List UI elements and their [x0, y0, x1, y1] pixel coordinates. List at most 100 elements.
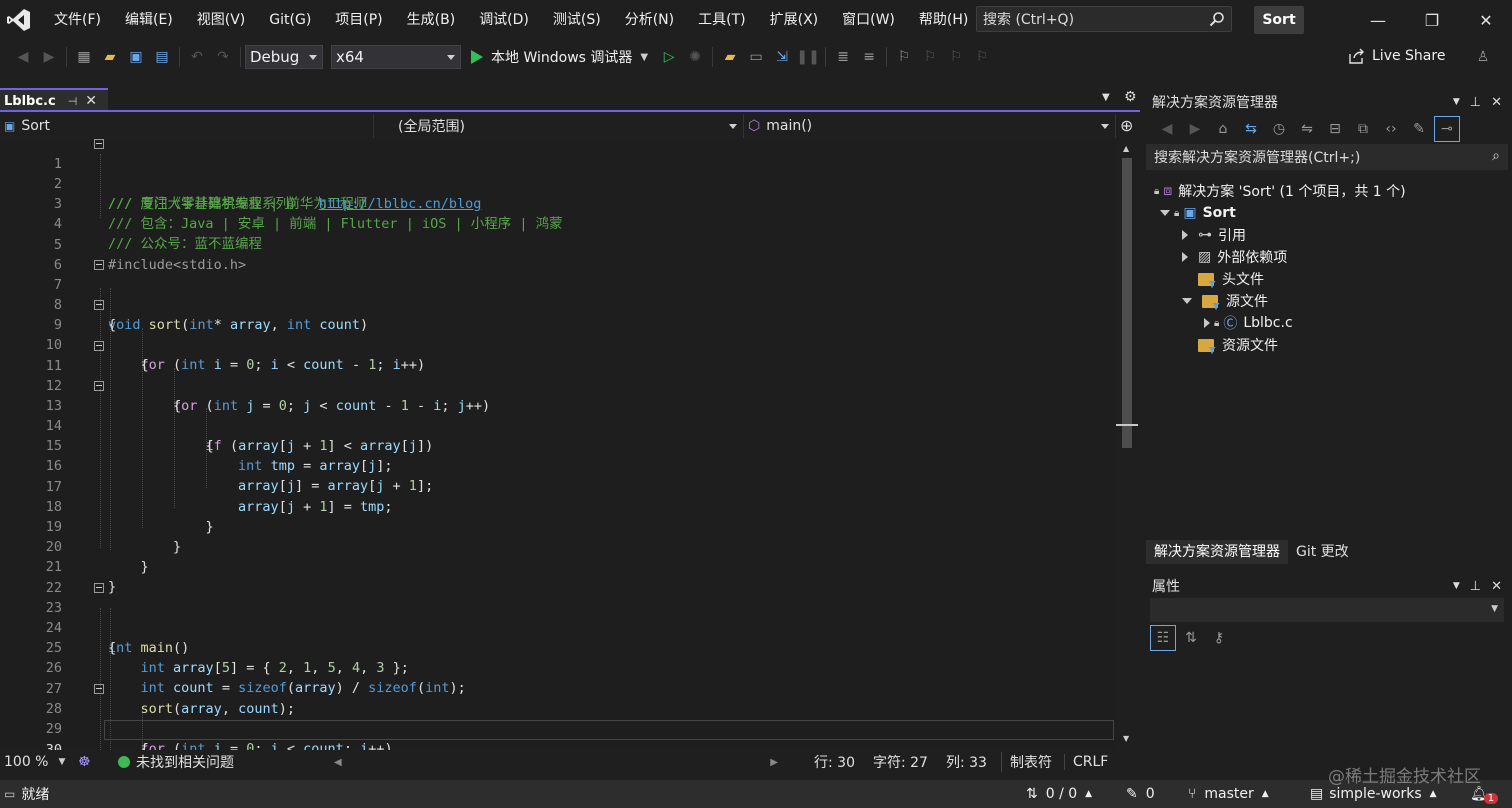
tabs-indicator[interactable]: 制表符	[1000, 752, 1060, 772]
column-indicator[interactable]: 列: 33	[938, 752, 995, 772]
collapsed-arrow-icon[interactable]	[1182, 230, 1188, 240]
global-search-input[interactable]: 搜索 (Ctrl+Q)	[976, 6, 1232, 32]
line-ending-indicator[interactable]: CRLF	[1063, 754, 1116, 770]
tree-item-external-deps[interactable]: ▨ 外部依赖项	[1182, 246, 1287, 268]
notifications-indicator[interactable]: 🔔︎ 1	[1470, 785, 1499, 804]
scroll-right-icon[interactable]: ▶	[770, 757, 778, 768]
menu-view[interactable]: 视图(V)	[185, 0, 258, 40]
solution-name-badge[interactable]: Sort	[1254, 6, 1304, 34]
tab-list-icon[interactable]: ▼	[1102, 92, 1110, 103]
pin-icon[interactable]: ⊥	[1470, 95, 1481, 110]
tree-item-resource-files[interactable]: 资源文件	[1182, 334, 1278, 356]
tree-item-project-sort[interactable]: 🔒︎ ▣ Sort	[1160, 202, 1236, 224]
pause-icon[interactable]: ❚❚	[795, 44, 821, 70]
menu-tools[interactable]: 工具(T)	[686, 0, 757, 40]
undo-icon[interactable]: ↶	[184, 44, 210, 70]
line-indicator[interactable]: 行: 30	[806, 752, 863, 772]
fold-toggle-icon[interactable]	[94, 260, 104, 270]
expanded-arrow-icon[interactable]	[1182, 298, 1192, 304]
fold-toggle-icon[interactable]	[94, 684, 104, 694]
menu-debug[interactable]: 调试(D)	[467, 0, 541, 40]
hot-reload-icon[interactable]: ✺	[682, 44, 708, 70]
fold-toggle-icon[interactable]	[94, 381, 104, 391]
tree-item-source-files[interactable]: 源文件	[1182, 290, 1268, 312]
live-share-button[interactable]: Live Share	[1348, 48, 1445, 64]
repository-indicator[interactable]: ▤ simple-works ▲	[1310, 786, 1437, 802]
save-icon[interactable]: ▣	[123, 44, 149, 70]
new-project-icon[interactable]: ▦	[71, 44, 97, 70]
view-code-icon[interactable]: ‹›	[1378, 116, 1404, 142]
scroll-left-icon[interactable]: ◀	[334, 757, 342, 768]
tab-git-changes[interactable]: Git 更改	[1288, 540, 1357, 564]
scroll-down-icon[interactable]: ▼	[1123, 734, 1129, 743]
fold-toggle-icon[interactable]	[94, 341, 104, 351]
show-all-files-icon[interactable]: ⧉	[1350, 116, 1376, 142]
menu-git[interactable]: Git(G)	[257, 0, 323, 40]
fold-toggle-icon[interactable]	[94, 300, 104, 310]
collapsed-arrow-icon[interactable]	[1182, 252, 1188, 262]
menu-file[interactable]: 文件(F)	[42, 0, 113, 40]
restore-icon[interactable]: ❐	[1404, 0, 1460, 40]
expanded-arrow-icon[interactable]	[1160, 210, 1170, 216]
code-editor[interactable]: 1 /// 厦门大学计算机专业 | 前华为工程师 2 /// 专注《零基础学编程…	[0, 138, 1116, 750]
preview-icon[interactable]: ⊸	[1434, 116, 1460, 142]
chevron-down-icon[interactable]: ▼	[1453, 581, 1460, 591]
collapse-all-icon[interactable]: ⊟	[1322, 116, 1348, 142]
chevron-down-icon[interactable]: ▼	[1453, 97, 1460, 107]
tab-lblbc-c[interactable]: Lblbc.c ⊣ ✕	[0, 88, 108, 112]
gear-icon[interactable]: ⚙	[1124, 89, 1137, 105]
fold-toggle-icon[interactable]	[94, 583, 104, 593]
redo-icon[interactable]: ↷	[210, 44, 236, 70]
menu-edit[interactable]: 编辑(E)	[113, 0, 185, 40]
issues-indicator[interactable]: 未找到相关问题	[110, 752, 326, 772]
close-panel-icon[interactable]: ✕	[1491, 95, 1502, 110]
history-icon[interactable]: ◷	[1266, 116, 1292, 142]
char-indicator[interactable]: 字符: 27	[865, 752, 936, 772]
tab-solution-explorer[interactable]: 解决方案资源管理器	[1146, 540, 1288, 564]
tree-item-lblbc-c[interactable]: 🔒︎ Ⓒ Lblbc.c	[1204, 312, 1293, 334]
scrollbar-thumb[interactable]	[1122, 158, 1132, 448]
close-window-icon[interactable]: ✕	[1458, 0, 1512, 40]
solution-explorer-search-input[interactable]: 搜索解决方案资源管理器(Ctrl+;) ⌕	[1146, 144, 1508, 170]
feedback-icon[interactable]: ♙	[1470, 44, 1496, 70]
collapsed-arrow-icon[interactable]	[1204, 318, 1210, 328]
editor-vertical-scrollbar[interactable]: ▲ ▼	[1116, 138, 1140, 750]
properties-object-select[interactable]: ▼	[1150, 598, 1504, 622]
clear-bookmarks-icon[interactable]: ⚐	[969, 44, 995, 70]
menu-project[interactable]: 项目(P)	[323, 0, 394, 40]
scroll-up-icon[interactable]: ▲	[1123, 144, 1129, 153]
switch-views-icon[interactable]: ⇆	[1238, 116, 1264, 142]
close-tab-icon[interactable]: ✕	[85, 93, 97, 109]
menu-test[interactable]: 测试(S)	[541, 0, 613, 40]
back-nav-icon[interactable]: ◀	[10, 44, 36, 70]
menu-extensions[interactable]: 扩展(X)	[758, 0, 831, 40]
member-scope-select[interactable]: ⬡ main()	[744, 114, 1116, 138]
branch-indicator[interactable]: ⑂ master ▲	[1188, 786, 1269, 802]
home-icon[interactable]: ⌂	[1210, 116, 1236, 142]
menu-help[interactable]: 帮助(H)	[907, 0, 980, 40]
fold-toggle-icon[interactable]	[94, 139, 104, 149]
bookmark-icon[interactable]: ⚐	[891, 44, 917, 70]
zoom-select[interactable]: 100 % ▼	[0, 754, 70, 770]
copilot-icon[interactable]: ☸	[70, 754, 110, 770]
pending-edits-indicator[interactable]: ✎ 0	[1126, 786, 1155, 802]
back-icon[interactable]: ◀	[1154, 116, 1180, 142]
close-panel-icon[interactable]: ✕	[1491, 579, 1502, 594]
layout-icon[interactable]: ▭	[743, 44, 769, 70]
start-without-debugging-icon[interactable]: ▷	[656, 44, 682, 70]
browse-folder-icon[interactable]: ▰	[717, 44, 743, 70]
properties-wrench-icon[interactable]: ✎	[1406, 116, 1432, 142]
next-bookmark-icon[interactable]: ⚐	[943, 44, 969, 70]
tree-item-references[interactable]: ⊶ 引用	[1182, 224, 1246, 246]
tree-item-header-files[interactable]: 头文件	[1182, 268, 1264, 290]
uncomment-lines-icon[interactable]: ≡	[856, 44, 882, 70]
save-all-icon[interactable]: ▤	[149, 44, 175, 70]
chevron-down-icon[interactable]: ▼	[640, 52, 648, 63]
forward-nav-icon[interactable]: ▶	[36, 44, 62, 70]
project-scope-select[interactable]: ▣ Sort	[0, 114, 374, 138]
open-folder-icon[interactable]: ▰	[97, 44, 123, 70]
sync-icon[interactable]: ⇋	[1294, 116, 1320, 142]
alphabetical-icon[interactable]: ⇅	[1178, 625, 1204, 651]
comment-lines-icon[interactable]: ≣	[830, 44, 856, 70]
visual-studio-logo-icon[interactable]	[2, 0, 36, 40]
